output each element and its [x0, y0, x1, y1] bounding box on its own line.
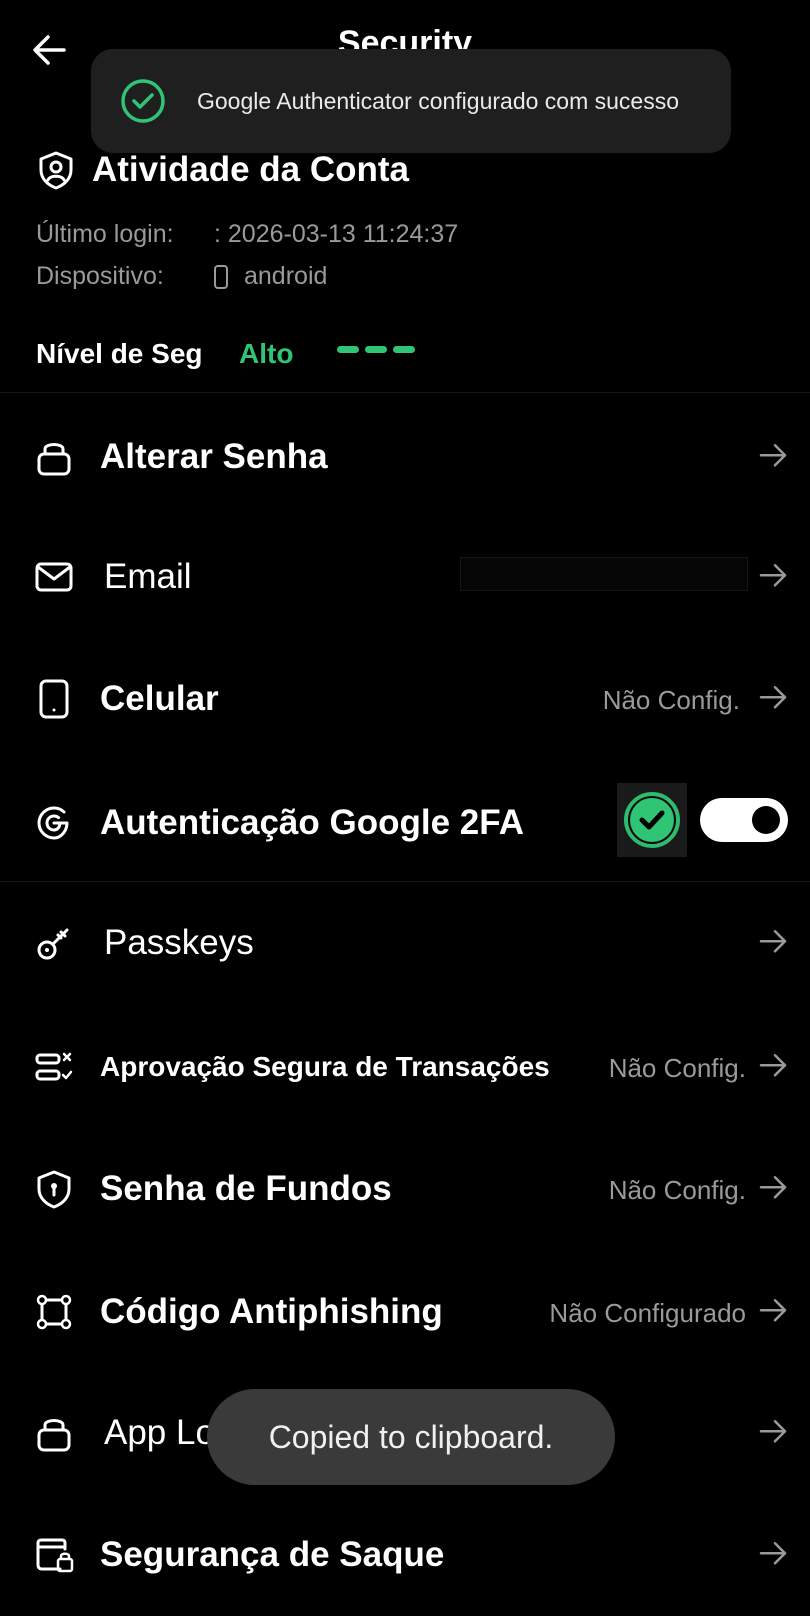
- email-row[interactable]: Email: [0, 527, 810, 627]
- device-label: Dispositivo:: [36, 262, 164, 290]
- antiphishing-row[interactable]: Código Antiphishing Não Configurado: [0, 1262, 810, 1362]
- phone-small-icon: [214, 265, 228, 289]
- security-level-bars: [337, 346, 415, 353]
- shield-user-icon: [39, 151, 73, 190]
- withdraw-security-row[interactable]: Segurança de Saque: [0, 1505, 810, 1605]
- wallet-lock-icon: [36, 1538, 74, 1573]
- arrow-right-icon: [759, 444, 787, 467]
- email-label: Email: [104, 557, 192, 596]
- google-2fa-label: Autenticação Google 2FA: [100, 803, 524, 842]
- level-bar: [337, 346, 359, 353]
- passkeys-row[interactable]: Passkeys: [0, 893, 810, 993]
- security-level-label: Nível de Seg: [36, 338, 203, 369]
- toast-message: Google Authenticator configurado com suc…: [197, 87, 680, 114]
- level-bar: [393, 346, 415, 353]
- withdraw-security-label: Segurança de Saque: [100, 1535, 445, 1574]
- arrow-right-icon: [759, 564, 787, 587]
- account-activity-title: Atividade da Conta: [92, 150, 409, 189]
- change-password-label: Alterar Senha: [100, 437, 328, 476]
- google-2fa-status: [617, 783, 687, 857]
- approval-list-icon: [35, 1052, 73, 1081]
- key-icon: [37, 928, 69, 960]
- divider: [0, 392, 810, 393]
- clipboard-toast: Copied to clipboard.: [207, 1389, 615, 1485]
- fund-password-status: Não Config.: [608, 1175, 746, 1206]
- antiphishing-label: Código Antiphishing: [100, 1292, 443, 1331]
- success-toast: Google Authenticator configurado com suc…: [91, 49, 731, 153]
- back-button[interactable]: [28, 28, 72, 72]
- phone-row[interactable]: Celular Não Config.: [0, 649, 810, 749]
- antiphishing-status: Não Configurado: [549, 1298, 746, 1329]
- device-value: android: [244, 262, 328, 290]
- google-2fa-toggle[interactable]: [700, 798, 788, 842]
- arrow-right-icon: [759, 686, 787, 709]
- google-icon: [37, 806, 69, 840]
- arrow-right-icon: [759, 1176, 787, 1199]
- shield-keyhole-icon: [37, 1170, 71, 1209]
- check-circle-icon: [121, 79, 165, 123]
- passkeys-label: Passkeys: [104, 923, 254, 962]
- arrow-right-icon: [759, 1420, 787, 1443]
- email-value-redacted: [460, 557, 748, 591]
- fund-password-row[interactable]: Senha de Fundos Não Config.: [0, 1139, 810, 1239]
- arrow-left-icon: [33, 35, 66, 65]
- arrow-right-icon: [759, 1054, 787, 1077]
- phone-status: Não Config.: [602, 685, 740, 716]
- security-level-value: Alto: [239, 338, 294, 369]
- last-login-value: : 2026-03-13 11:24:37: [214, 220, 459, 248]
- lock-icon: [37, 443, 71, 476]
- smartphone-icon: [39, 679, 69, 719]
- arrow-right-icon: [759, 930, 787, 953]
- toggle-knob: [752, 806, 780, 834]
- lock-icon: [37, 1419, 71, 1452]
- check-circle-icon: [624, 792, 680, 848]
- vector-square-icon: [36, 1294, 72, 1330]
- secure-approval-status: Não Config.: [608, 1053, 746, 1084]
- secure-approval-row[interactable]: Aprovação Segura de Transações Não Confi…: [0, 1017, 810, 1117]
- secure-approval-label: Aprovação Segura de Transações: [100, 1051, 550, 1082]
- change-password-row[interactable]: Alterar Senha: [0, 407, 810, 507]
- arrow-right-icon: [759, 1542, 787, 1565]
- mail-icon: [35, 562, 73, 592]
- level-bar: [365, 346, 387, 353]
- google-2fa-row: Autenticação Google 2FA: [0, 773, 810, 873]
- phone-label: Celular: [100, 679, 219, 718]
- last-login-label: Último login:: [36, 220, 174, 248]
- fund-password-label: Senha de Fundos: [100, 1169, 392, 1208]
- divider: [0, 881, 810, 882]
- arrow-right-icon: [759, 1299, 787, 1322]
